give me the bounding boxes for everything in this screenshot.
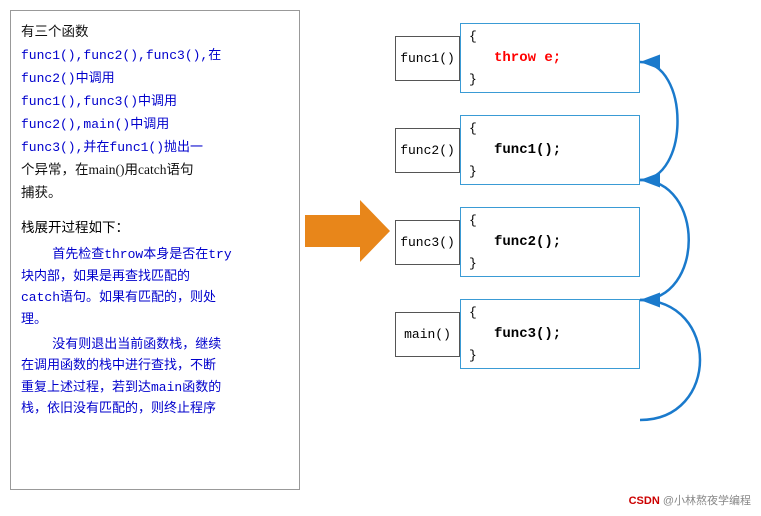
para1: 首先检查throw本身是否在try块内部，如果是再查找匹配的catch语句。如果…	[21, 244, 289, 330]
para2: 没有则退出当前函数栈，继续在调用函数的栈中进行查找，不断重复上述过程，若到达ma…	[21, 334, 289, 420]
func2-brace-close: }	[469, 164, 477, 179]
func1-code: throw e;	[494, 50, 561, 66]
main-body: { } func3();	[460, 299, 640, 369]
func1-row: func1() { } throw e;	[395, 23, 735, 93]
watermark-suffix: @小林熬夜学编程	[663, 495, 751, 507]
func1-brace-open: {	[469, 29, 477, 44]
main-label: main()	[395, 312, 460, 357]
func2-code: func1();	[494, 142, 561, 158]
func2-label: func2()	[395, 128, 460, 173]
main-arrow	[305, 200, 390, 267]
func1-brace-close: }	[469, 72, 477, 87]
func3-row: func3() { } func2();	[395, 207, 735, 277]
main-code: func3();	[494, 326, 561, 342]
func1-label: func1()	[395, 36, 460, 81]
left-line4: func1(),func3()中调用	[21, 94, 177, 109]
left-line3: func2()中调用	[21, 71, 115, 86]
left-line8: 捕获。	[21, 185, 62, 200]
left-line5: func2(),main()中调用	[21, 117, 169, 132]
left-panel: 有三个函数 func1(),func2(),func3(),在 func2()中…	[10, 10, 300, 490]
func2-brace-open: {	[469, 121, 477, 136]
func3-label: func3()	[395, 220, 460, 265]
main-row: main() { } func3();	[395, 299, 735, 369]
right-panel: func1() { } throw e; func2() { } func1()…	[395, 15, 735, 387]
func3-code: func2();	[494, 234, 561, 250]
func2-body: { } func1();	[460, 115, 640, 185]
left-line7: 个异常，在main()用catch语句	[21, 162, 193, 177]
left-line2: func1(),func2(),func3(),在	[21, 48, 221, 63]
func3-brace-open: {	[469, 213, 477, 228]
func2-row: func2() { } func1();	[395, 115, 735, 185]
section-title: 栈展开过程如下：	[21, 217, 289, 240]
main-container: 有三个函数 func1(),func2(),func3(),在 func2()中…	[0, 0, 761, 516]
main-brace-close: }	[469, 348, 477, 363]
left-section2: 栈展开过程如下： 首先检查throw本身是否在try块内部，如果是再查找匹配的c…	[21, 217, 289, 419]
func1-body: { } throw e;	[460, 23, 640, 93]
func3-brace-close: }	[469, 256, 477, 271]
watermark-csdn: CSDN	[629, 495, 660, 507]
watermark: CSDN @小林熬夜学编程	[629, 492, 751, 508]
left-text-block: 有三个函数 func1(),func2(),func3(),在 func2()中…	[21, 21, 289, 205]
func3-body: { } func2();	[460, 207, 640, 277]
left-line6: func3(),并在func1()抛出一	[21, 140, 203, 155]
left-line1: 有三个函数	[21, 24, 89, 39]
main-brace-open: {	[469, 305, 477, 320]
